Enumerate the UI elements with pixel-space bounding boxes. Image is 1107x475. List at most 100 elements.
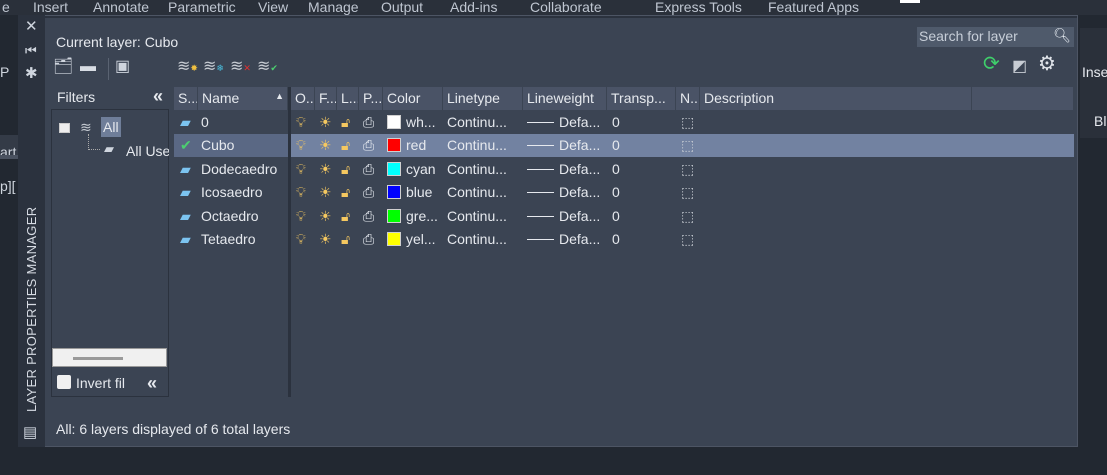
ribbon-tab[interactable]: e [2, 0, 10, 15]
layer-row[interactable]: ▰ 0 💡︎ ☀ 🔓︎ ⎙ wh... Continu... Defa... 0… [174, 111, 1074, 134]
ribbon-tab[interactable]: Collaborate [530, 0, 602, 15]
new-layer-icon[interactable]: ≋✸ [177, 59, 198, 75]
lineweight-cell[interactable]: Defa... [523, 111, 604, 134]
lineweight-cell[interactable]: Defa... [523, 134, 604, 157]
new-group-filter-icon[interactable]: ▬ [80, 59, 96, 75]
refresh-icon[interactable]: ⟳ [983, 54, 1000, 74]
ribbon-tab[interactable]: View [258, 0, 288, 15]
invert-filter-checkbox[interactable] [57, 375, 71, 389]
lineweight-cell[interactable]: Defa... [523, 228, 604, 251]
settings-gear-icon[interactable]: ⚙ [1038, 54, 1056, 74]
collapse-filters-icon[interactable]: « [153, 86, 163, 107]
color-cell[interactable]: yel... [383, 228, 440, 251]
layer-icon[interactable]: ▰ [176, 181, 195, 204]
bulb-on-icon[interactable]: 💡︎ [292, 228, 310, 251]
layer-name[interactable]: Icosaedro [197, 181, 266, 204]
layer-row[interactable]: ✔ Cubo 💡︎ ☀ 🔓︎ ⎙ red Continu... Defa... … [174, 134, 1074, 158]
unlock-icon[interactable]: 🔓︎ [337, 134, 354, 157]
color-cell[interactable]: gre... [383, 205, 442, 228]
ribbon-tab[interactable]: Featured Apps [768, 0, 859, 15]
column-lineweight[interactable]: Lineweight [523, 87, 607, 110]
color-cell[interactable]: wh... [383, 111, 440, 134]
bulb-on-icon[interactable]: 💡︎ [292, 158, 310, 181]
layer-name[interactable]: Octaedro [197, 205, 263, 228]
new-vp-freeze-icon[interactable]: ⬚ [677, 158, 698, 181]
layer-row[interactable]: ▰ Dodecaedro 💡︎ ☀ 🔓︎ ⎙ cyan Continu... D… [174, 158, 1074, 181]
column-lock[interactable]: L... [337, 87, 359, 110]
layer-name[interactable]: Dodecaedro [197, 158, 281, 181]
printer-icon[interactable]: ⎙ [359, 158, 378, 181]
layer-row[interactable]: ▰ Icosaedro 💡︎ ☀ 🔓︎ ⎙ blue Continu... De… [174, 181, 1074, 204]
sun-thaw-icon[interactable]: ☀ [315, 228, 336, 251]
column-name[interactable]: Name ▲ [198, 87, 288, 110]
lineweight-cell[interactable]: Defa... [523, 205, 604, 228]
unlock-icon[interactable]: 🔓︎ [337, 158, 354, 181]
layer-name[interactable]: Cubo [197, 134, 238, 157]
column-freeze[interactable]: F... [315, 87, 337, 110]
lineweight-cell[interactable]: Defa... [523, 181, 604, 204]
bulb-on-icon[interactable]: 💡︎ [292, 134, 310, 157]
linetype-cell[interactable]: Continu... [443, 111, 511, 134]
linetype-cell[interactable]: Continu... [443, 205, 511, 228]
ribbon-tab[interactable]: Output [381, 0, 423, 15]
sun-thaw-icon[interactable]: ☀ [315, 111, 336, 134]
layer-name[interactable]: 0 [197, 111, 213, 134]
layer-row[interactable]: ▰ Octaedro 💡︎ ☀ 🔓︎ ⎙ gre... Continu... D… [174, 205, 1074, 228]
properties-gear-icon[interactable]: ✱ [25, 66, 38, 81]
unlock-icon[interactable]: 🔓︎ [337, 228, 354, 251]
color-cell[interactable]: red [383, 134, 430, 157]
layer-icon[interactable]: ▰ [176, 158, 195, 181]
ribbon-tab[interactable]: Insert [33, 0, 68, 15]
ribbon-tab[interactable]: Add-ins [450, 0, 497, 15]
transparency-cell[interactable]: 0 [608, 205, 624, 228]
ribbon-tab[interactable]: Parametric [168, 0, 236, 15]
linetype-cell[interactable]: Continu... [443, 134, 511, 157]
unlock-icon[interactable]: 🔓︎ [337, 181, 354, 204]
filter-tree-item-all-used[interactable]: All Used Layers [126, 143, 169, 159]
printer-icon[interactable]: ⎙ [359, 111, 378, 134]
layer-icon[interactable]: ▰ [176, 111, 195, 134]
lineweight-cell[interactable]: Defa... [523, 158, 604, 181]
column-new-vp-freeze[interactable]: N.. [676, 87, 700, 110]
sun-thaw-icon[interactable]: ☀ [315, 181, 336, 204]
set-current-icon[interactable]: ≋✔ [257, 59, 278, 75]
column-plot[interactable]: P... [359, 87, 383, 110]
color-cell[interactable]: blue [383, 181, 436, 204]
bulb-on-icon[interactable]: 💡︎ [292, 181, 310, 204]
layer-name[interactable]: Tetaedro [197, 228, 259, 251]
new-vp-freeze-icon[interactable]: ⬚ [677, 111, 698, 134]
new-vp-freeze-icon[interactable]: ⬚ [677, 228, 698, 251]
scrollbar-thumb[interactable] [73, 357, 123, 360]
sun-thaw-icon[interactable]: ☀ [315, 205, 336, 228]
new-vp-freeze-icon[interactable]: ⬚ [677, 134, 698, 157]
column-description[interactable]: Description [700, 87, 972, 110]
column-status[interactable]: S... [174, 87, 198, 110]
layer-row[interactable]: ▰ Tetaedro 💡︎ ☀ 🔓︎ ⎙ yel... Continu... D… [174, 228, 1074, 251]
transparency-cell[interactable]: 0 [608, 158, 624, 181]
layer-settings-icon[interactable]: ◩ [1012, 59, 1027, 75]
search-layer-input[interactable]: Search for layer 🔍︎ [917, 27, 1074, 47]
bulb-on-icon[interactable]: 💡︎ [292, 205, 310, 228]
column-on[interactable]: O... [291, 87, 315, 110]
tree-collapse-toggle[interactable] [59, 123, 70, 133]
auto-hide-icon[interactable]: ⏮ [25, 44, 37, 58]
printer-icon[interactable]: ⎙ [359, 181, 378, 204]
layer-states-manager-icon[interactable]: ▣ [115, 59, 130, 75]
new-property-filter-icon[interactable]: 🗂︎ [53, 59, 73, 75]
color-cell[interactable]: cyan [383, 158, 440, 181]
layer-icon[interactable]: ▰ [176, 205, 195, 228]
layer-icon[interactable]: ▰ [176, 228, 195, 251]
new-vp-freeze-icon[interactable]: ⬚ [677, 181, 698, 204]
ribbon-tab[interactable]: Annotate [93, 0, 149, 15]
current-layer-check-icon[interactable]: ✔ [176, 134, 196, 157]
collapse-panel-icon[interactable]: « [147, 373, 157, 394]
column-color[interactable]: Color [383, 87, 443, 110]
unlock-icon[interactable]: 🔓︎ [337, 111, 354, 134]
ribbon-tab[interactable]: Express Tools [655, 0, 742, 15]
new-layer-vp-frozen-icon[interactable]: ≋❄ [203, 59, 224, 75]
transparency-cell[interactable]: 0 [608, 134, 624, 157]
linetype-cell[interactable]: Continu... [443, 158, 511, 181]
sun-thaw-icon[interactable]: ☀ [315, 158, 336, 181]
bulb-on-icon[interactable]: 💡︎ [292, 111, 310, 134]
close-icon[interactable]: ✕ [25, 19, 38, 34]
